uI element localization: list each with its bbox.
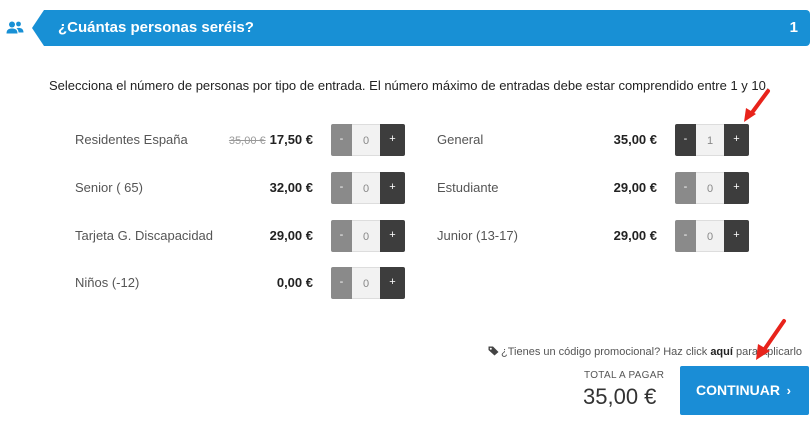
- ticket-row-senior: Senior ( 65) 32,00 € - 0 +: [75, 172, 405, 204]
- ticket-row-ninos: Niños (-12) 0,00 € - 0 +: [75, 267, 405, 299]
- ticket-row-discapacidad: Tarjeta G. Discapacidad 29,00 € - 0 +: [75, 220, 405, 252]
- decrement-button[interactable]: -: [675, 220, 696, 252]
- increment-button[interactable]: +: [380, 124, 405, 156]
- ticket-row-junior: Junior (13-17) 29,00 € - 0 +: [437, 220, 749, 252]
- promo-link[interactable]: aquí: [710, 346, 733, 358]
- increment-button[interactable]: +: [380, 220, 405, 252]
- chevron-right-icon: ›: [786, 383, 791, 398]
- section-header: ¿Cuántas personas seréis? 1: [0, 10, 812, 46]
- decrement-button[interactable]: -: [331, 267, 352, 299]
- decrement-button[interactable]: -: [331, 172, 352, 204]
- decrement-button[interactable]: -: [675, 172, 696, 204]
- ticket-name: Niños (-12): [75, 275, 140, 290]
- decrement-button[interactable]: -: [331, 124, 352, 156]
- instructions-text: Selecciona el número de personas por tip…: [49, 78, 770, 93]
- quantity-value[interactable]: 0: [352, 220, 380, 252]
- tag-icon: [488, 346, 499, 356]
- increment-button[interactable]: +: [380, 267, 405, 299]
- ticket-name: Tarjeta G. Discapacidad: [75, 228, 214, 243]
- increment-button[interactable]: +: [724, 172, 749, 204]
- quantity-value[interactable]: 0: [696, 172, 724, 204]
- total-amount: 35,00 €: [583, 384, 657, 409]
- quantity-stepper: - 0 +: [331, 124, 405, 156]
- ticket-name: Senior ( 65): [75, 180, 143, 195]
- ticket-name: Junior (13-17): [437, 228, 518, 243]
- quantity-stepper: - 0 +: [675, 220, 749, 252]
- people-icon: [6, 21, 24, 34]
- step-number: 1: [789, 19, 798, 36]
- ticket-name: Estudiante: [437, 180, 499, 195]
- increment-button[interactable]: +: [380, 172, 405, 204]
- increment-button[interactable]: +: [724, 220, 749, 252]
- ticket-name: General: [437, 132, 484, 147]
- annotation-arrow-icon: [744, 89, 770, 122]
- ticket-name: Residentes España: [75, 132, 188, 147]
- promo-text: ¿Tienes un código promocional? Haz click: [501, 346, 711, 358]
- ticket-price: 29,00 €: [613, 180, 657, 195]
- ticket-price: 0,00 €: [276, 275, 313, 290]
- ticket-price: 32,00 €: [269, 180, 313, 195]
- quantity-stepper: - 0 +: [675, 172, 749, 204]
- quantity-value[interactable]: 0: [352, 124, 380, 156]
- ticket-price: 29,00 €: [613, 228, 657, 243]
- ticket-row-general: General 35,00 € - 1 +: [437, 124, 749, 156]
- quantity-stepper: - 0 +: [331, 172, 405, 204]
- section-title: ¿Cuántas personas seréis?: [58, 19, 254, 36]
- quantity-value[interactable]: 1: [696, 124, 724, 156]
- quantity-stepper: - 1 +: [675, 124, 749, 156]
- total-label: TOTAL A PAGAR: [584, 370, 665, 381]
- quantity-value[interactable]: 0: [352, 172, 380, 204]
- ticket-price: 35,00 €: [613, 132, 657, 147]
- ticket-old-price: 35,00 €: [228, 135, 266, 147]
- quantity-value[interactable]: 0: [352, 267, 380, 299]
- increment-button[interactable]: +: [724, 124, 749, 156]
- continue-label: CONTINUAR: [696, 382, 780, 398]
- annotation-arrow-icon: [756, 319, 786, 360]
- ticket-price: 29,00 €: [269, 228, 313, 243]
- header-notch: [32, 10, 44, 46]
- decrement-button[interactable]: -: [675, 124, 696, 156]
- ticket-row-estudiante: Estudiante 29,00 € - 0 +: [437, 172, 749, 204]
- ticket-price: 35,00 €17,50 €: [229, 124, 313, 157]
- decrement-button[interactable]: -: [331, 220, 352, 252]
- quantity-stepper: - 0 +: [331, 267, 405, 299]
- ticket-row-residentes: Residentes España 35,00 €17,50 € - 0 +: [75, 124, 405, 156]
- continue-button[interactable]: CONTINUAR ›: [680, 366, 809, 415]
- ticket-current-price: 17,50 €: [269, 132, 313, 147]
- quantity-value[interactable]: 0: [696, 220, 724, 252]
- quantity-stepper: - 0 +: [331, 220, 405, 252]
